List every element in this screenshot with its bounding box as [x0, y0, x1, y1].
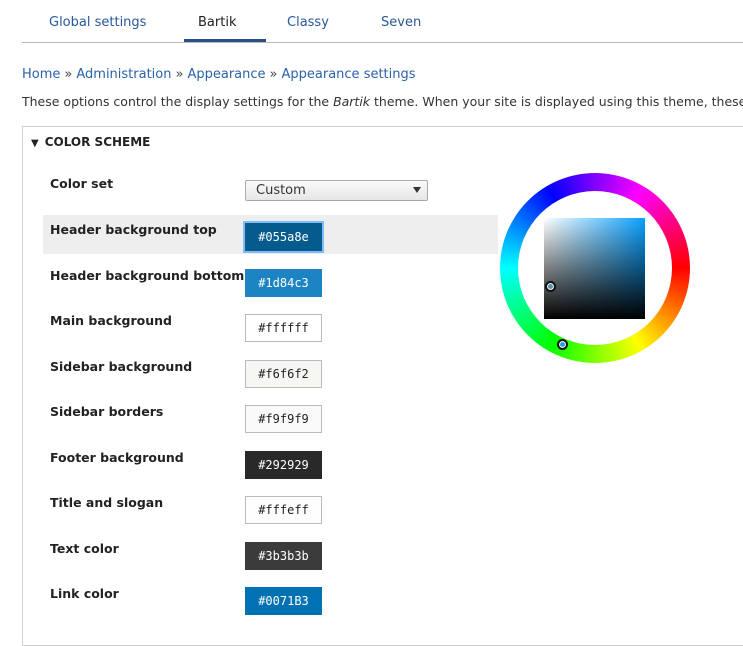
- tab-classy[interactable]: Classy: [287, 15, 329, 30]
- description-text: These options control the display settin…: [22, 94, 334, 109]
- breadcrumb-administration[interactable]: Administration: [76, 67, 171, 82]
- color-field-row: Sidebar background #f6f6f2: [43, 352, 498, 391]
- color-field-row: Main background #ffffff: [43, 306, 498, 345]
- color-set-select[interactable]: Custom: [245, 180, 428, 201]
- tab-bartik[interactable]: Bartik: [198, 15, 236, 30]
- color-value-input[interactable]: #0071B3: [245, 587, 322, 615]
- breadcrumb-appearance-settings[interactable]: Appearance settings: [282, 67, 416, 82]
- color-field-row: Sidebar borders #f9f9f9: [43, 397, 498, 436]
- breadcrumb: Home» Administration» Appearance» Appearanc…: [22, 67, 416, 82]
- description-text-end: theme. When your site is displayed using…: [370, 94, 743, 109]
- color-field-label: Title and slogan: [50, 495, 164, 510]
- color-field-row: Footer background #292929: [43, 443, 498, 482]
- color-value-input[interactable]: #f6f6f2: [245, 359, 322, 388]
- chevron-down-icon: [413, 187, 421, 193]
- color-scheme-title: COLOR SCHEME: [44, 135, 151, 149]
- color-value-input[interactable]: #292929: [245, 450, 322, 479]
- color-field-label: Header background top: [50, 222, 217, 237]
- breadcrumb-separator: »: [175, 67, 184, 82]
- color-field-label: Sidebar background: [50, 358, 193, 374]
- color-field-row: Header background bottom #1d84c3: [43, 261, 498, 300]
- color-field-row: Title and slogan #fffeff: [43, 488, 498, 527]
- color-value-input[interactable]: #fffeff: [245, 496, 322, 524]
- breadcrumb-separator: »: [269, 67, 278, 82]
- color-field-label: Link color: [50, 586, 119, 601]
- description-theme-name: Bartik: [333, 94, 371, 109]
- hue-marker[interactable]: [557, 339, 568, 350]
- collapse-triangle-icon: ▼: [31, 138, 39, 149]
- breadcrumb-appearance[interactable]: Appearance: [187, 67, 265, 82]
- color-set-label: Color set: [50, 176, 114, 191]
- color-field-row: Text color #3b3b3b: [43, 534, 498, 573]
- color-field-label: Sidebar borders: [50, 404, 164, 419]
- color-value-input[interactable]: #f9f9f9: [245, 405, 322, 433]
- color-scheme-fieldset: ▼ COLOR SCHEME Color set Custom Header ba…: [22, 126, 743, 646]
- color-picker-wheel[interactable]: [500, 173, 690, 363]
- color-field-row: Link color #0071B3: [43, 579, 498, 618]
- saturation-value-marker[interactable]: [545, 281, 556, 292]
- color-field-label: Text color: [50, 540, 119, 556]
- color-set-value: Custom: [256, 183, 306, 198]
- color-set-row: Color set Custom: [43, 169, 498, 208]
- tab-seven[interactable]: Seven: [381, 15, 421, 30]
- page-description: These options control the display settin…: [22, 94, 743, 109]
- theme-tabs: Global settings Bartik Classy Seven: [22, 0, 743, 43]
- color-field-label: Footer background: [50, 449, 184, 465]
- color-field-row: Header background top #055a8e: [43, 215, 498, 254]
- color-value-input[interactable]: #ffffff: [245, 314, 322, 342]
- active-tab-indicator: [184, 39, 266, 42]
- color-scheme-legend[interactable]: ▼ COLOR SCHEME: [31, 135, 150, 149]
- color-value-input[interactable]: #055a8e: [245, 223, 322, 251]
- color-value-input[interactable]: #1d84c3: [245, 268, 322, 297]
- color-field-label: Header background bottom: [50, 267, 245, 283]
- breadcrumb-home[interactable]: Home: [22, 67, 60, 82]
- color-field-label: Main background: [50, 313, 172, 328]
- tab-global-settings[interactable]: Global settings: [49, 15, 146, 30]
- color-value-input[interactable]: #3b3b3b: [245, 541, 322, 570]
- saturation-value-square[interactable]: [544, 218, 645, 319]
- breadcrumb-separator: »: [64, 67, 73, 82]
